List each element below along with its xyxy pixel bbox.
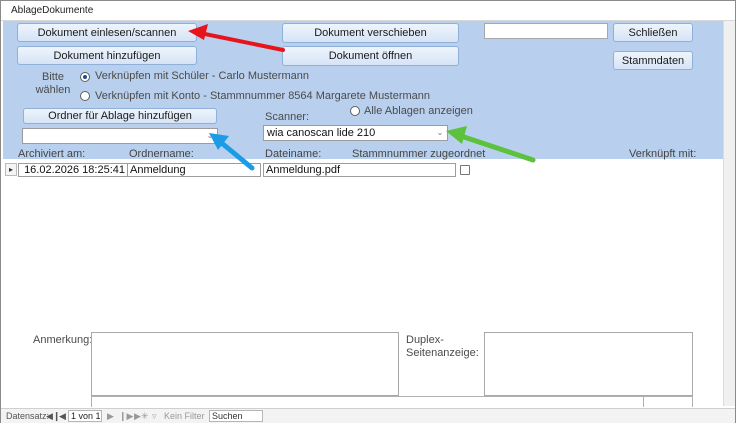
bottom-field-divider — [643, 396, 644, 407]
record-selector-icon[interactable]: ▸ — [5, 163, 17, 176]
add-document-button[interactable]: Dokument hinzufügen — [17, 46, 197, 65]
table-cell-archived[interactable]: 16.02.2026 18:25:41 — [18, 163, 128, 177]
chevron-down-icon[interactable]: ⌄ — [205, 131, 215, 141]
scan-document-button[interactable]: Dokument einlesen/scannen — [17, 23, 197, 42]
duplex-label: Duplex-Seitenanzeige: — [406, 334, 479, 359]
next-record-icon[interactable]: ▶ — [107, 411, 114, 422]
column-header-filename: Dateiname: — [265, 148, 322, 160]
link-choice-label: Bitte wählen — [35, 71, 71, 96]
link-student-label[interactable]: Verknüpfen mit Schüler - Carlo Musterman… — [95, 70, 309, 82]
master-data-button[interactable]: Stammdaten — [613, 51, 693, 70]
scanner-combo[interactable]: wia canoscan lide 210 ⌄ — [263, 125, 448, 141]
table-cell-folder[interactable]: Anmeldung — [127, 163, 261, 177]
navbar-search-input[interactable]: Suchen — [209, 410, 263, 422]
column-header-assigned: Stammnummer zugeordnet — [352, 148, 486, 160]
folder-combo[interactable]: ⌄ — [22, 128, 218, 144]
remark-label: Anmerkung: — [33, 334, 93, 346]
filter-label[interactable]: Kein Filter — [164, 411, 205, 421]
chevron-down-icon[interactable]: ⌄ — [435, 128, 445, 138]
access-form-window: AblageDokumente Dokument einlesen/scanne… — [0, 0, 736, 423]
show-all-label[interactable]: Alle Ablagen anzeigen — [364, 105, 473, 117]
assigned-checkbox[interactable] — [460, 165, 470, 175]
record-label: Datensatz: — [6, 411, 50, 421]
record-navigation-bar: Datensatz: ◀❙ ◀ 1 von 1 ▶ ❙▶ ▶✳ ▿ Kein F… — [1, 408, 735, 423]
column-header-linked: Verknüpft mit: — [629, 148, 697, 160]
remark-textarea[interactable] — [91, 332, 399, 396]
record-position-field[interactable]: 1 von 1 — [68, 410, 102, 422]
last-record-icon[interactable]: ❙▶ — [119, 411, 133, 422]
show-all-radio[interactable] — [350, 106, 360, 116]
add-folder-button[interactable]: Ordner für Ablage hinzufügen — [23, 108, 217, 124]
link-account-radio[interactable] — [80, 91, 90, 101]
search-input[interactable] — [484, 23, 608, 39]
bottom-field-frame — [91, 396, 693, 407]
duplex-page-view[interactable] — [484, 332, 693, 396]
move-document-button[interactable]: Dokument verschieben — [282, 23, 459, 43]
column-header-folder: Ordnername: — [129, 148, 194, 160]
table-cell-filename[interactable]: Anmeldung.pdf — [263, 163, 456, 177]
scanner-combo-value: wia canoscan lide 210 — [267, 127, 376, 139]
close-button[interactable]: Schließen — [613, 23, 693, 42]
scanner-label: Scanner: — [265, 111, 310, 123]
title-bar: AblageDokumente — [1, 1, 735, 21]
window-title: AblageDokumente — [11, 5, 94, 16]
previous-record-icon[interactable]: ◀ — [59, 411, 66, 422]
filter-icon[interactable]: ▿ — [152, 411, 157, 422]
vertical-scrollbar[interactable] — [723, 21, 735, 406]
column-header-archived: Archiviert am: — [18, 148, 86, 160]
link-student-radio[interactable] — [80, 72, 90, 82]
new-record-icon[interactable]: ▶✳ — [134, 411, 148, 422]
link-account-label[interactable]: Verknüpfen mit Konto - Stammnummer 8564 … — [95, 90, 430, 102]
open-document-button[interactable]: Dokument öffnen — [282, 46, 459, 66]
